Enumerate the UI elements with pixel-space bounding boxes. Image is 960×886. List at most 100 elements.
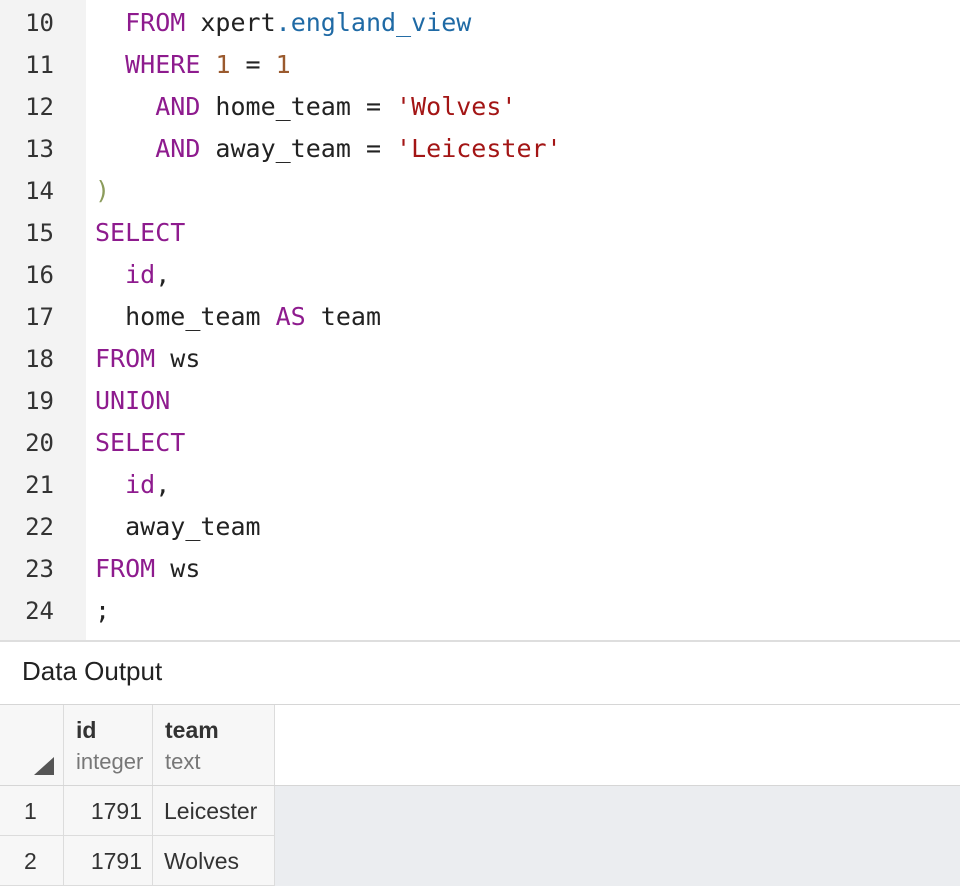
line-number: 17 (25, 303, 54, 331)
code-text: FROM xpert.england_view (95, 2, 471, 44)
line-number: 12 (25, 93, 54, 121)
cell-id[interactable]: 1791 (64, 786, 153, 836)
code-token-text: team (305, 302, 381, 331)
code-text: id, (95, 254, 170, 296)
code-line[interactable]: 20 SELECT (0, 422, 960, 464)
code-token-keyword: id (125, 260, 156, 289)
code-line[interactable]: 23 FROM ws (0, 548, 960, 590)
column-header-id[interactable]: id integer (64, 705, 153, 785)
code-line[interactable]: 10 FROM xpert.england_view (0, 2, 960, 44)
code-text: away_team (95, 506, 261, 548)
code-line[interactable]: 11 WHERE 1 = 1 (0, 44, 960, 86)
code-token-keyword: SELECT (95, 428, 186, 457)
code-token-keyword: WHERE (125, 50, 201, 79)
code-token-keyword: UNION (95, 386, 171, 415)
sort-triangle-icon (34, 757, 54, 775)
code-line[interactable]: 13 AND away_team = 'Leicester' (0, 128, 960, 170)
code-token-text: away_team (125, 512, 261, 541)
code-text: WHERE 1 = 1 (95, 44, 291, 86)
line-number: 18 (25, 345, 54, 373)
code-text: SELECT (95, 212, 185, 254)
line-number: 24 (25, 597, 54, 625)
code-line[interactable]: 16 id, (0, 254, 960, 296)
code-token-text: ; (95, 596, 111, 625)
line-number: 21 (25, 471, 54, 499)
code-line[interactable]: 15 SELECT (0, 212, 960, 254)
line-number: 10 (25, 9, 54, 37)
column-type: integer (76, 749, 144, 774)
table-row[interactable]: 2 1791 Wolves (0, 836, 960, 886)
code-token-keyword: id (125, 470, 156, 499)
line-number: 11 (25, 51, 54, 79)
code-token-string: 'Leicester' (396, 134, 562, 163)
line-number: 20 (25, 429, 54, 457)
code-line[interactable]: 14) (0, 170, 960, 212)
code-token-property: .england_view (275, 8, 472, 37)
code-line[interactable]: 18 FROM ws (0, 338, 960, 380)
code-token-paren: ) (95, 176, 111, 205)
code-token-keyword: FROM (95, 344, 156, 373)
code-text: home_team AS team (95, 296, 381, 338)
code-token-text: home_team = (200, 92, 397, 121)
code-text: ; (95, 590, 110, 632)
line-number: 15 (25, 219, 54, 247)
code-text: FROM ws (95, 338, 200, 380)
code-token-text: home_team (125, 302, 276, 331)
line-number: 22 (25, 513, 54, 541)
panel-divider[interactable] (0, 640, 960, 642)
cell-team[interactable]: Leicester (153, 786, 275, 836)
line-number: 16 (25, 261, 54, 289)
code-token-text: = (230, 50, 276, 79)
code-token-string: 'Wolves' (396, 92, 517, 121)
code-line[interactable]: 19 UNION (0, 380, 960, 422)
sql-editor[interactable]: 10 FROM xpert.england_view 11 WHERE 1 = 1… (0, 0, 960, 640)
column-name: id (76, 717, 97, 743)
code-line[interactable]: 22 away_team (0, 506, 960, 548)
cell-team[interactable]: Wolves (153, 836, 275, 886)
result-grid: id integer team text 1 1791 Leicester 2 … (0, 705, 960, 886)
code-token-text: xpert (185, 8, 276, 37)
line-number: 14 (25, 177, 54, 205)
code-token-keyword: AS (275, 302, 306, 331)
code-token-number: 1 (275, 50, 291, 79)
code-token-number: 1 (215, 50, 231, 79)
row-filler (275, 836, 960, 886)
row-number-header[interactable] (0, 705, 64, 785)
code-line[interactable]: 21 id, (0, 464, 960, 506)
code-token-text: away_team = (200, 134, 397, 163)
code-token-text: , (155, 470, 171, 499)
code-token-keyword: AND (155, 134, 201, 163)
column-header-team[interactable]: team text (153, 705, 275, 785)
table-row[interactable]: 1 1791 Leicester (0, 786, 960, 836)
code-token-keyword: SELECT (95, 218, 186, 247)
column-name: team (165, 717, 219, 743)
code-text: id, (95, 464, 170, 506)
code-token-keyword: FROM (125, 8, 186, 37)
cell-id[interactable]: 1791 (64, 836, 153, 886)
code-token-keyword: AND (155, 92, 201, 121)
column-type: text (165, 749, 201, 774)
code-text: AND away_team = 'Leicester' (95, 128, 562, 170)
line-number: 13 (25, 135, 54, 163)
line-number: 19 (25, 387, 54, 415)
code-line[interactable]: 24; (0, 590, 960, 632)
code-token-text: ws (155, 554, 201, 583)
row-filler (275, 786, 960, 836)
code-text: FROM ws (95, 548, 200, 590)
data-output-tab[interactable]: Data Output (22, 656, 162, 687)
row-number: 1 (0, 786, 64, 836)
code-line[interactable]: 17 home_team AS team (0, 296, 960, 338)
code-text: UNION (95, 380, 170, 422)
row-number: 2 (0, 836, 64, 886)
code-text: AND home_team = 'Wolves' (95, 86, 516, 128)
code-token-keyword: FROM (95, 554, 156, 583)
code-line[interactable]: 12 AND home_team = 'Wolves' (0, 86, 960, 128)
